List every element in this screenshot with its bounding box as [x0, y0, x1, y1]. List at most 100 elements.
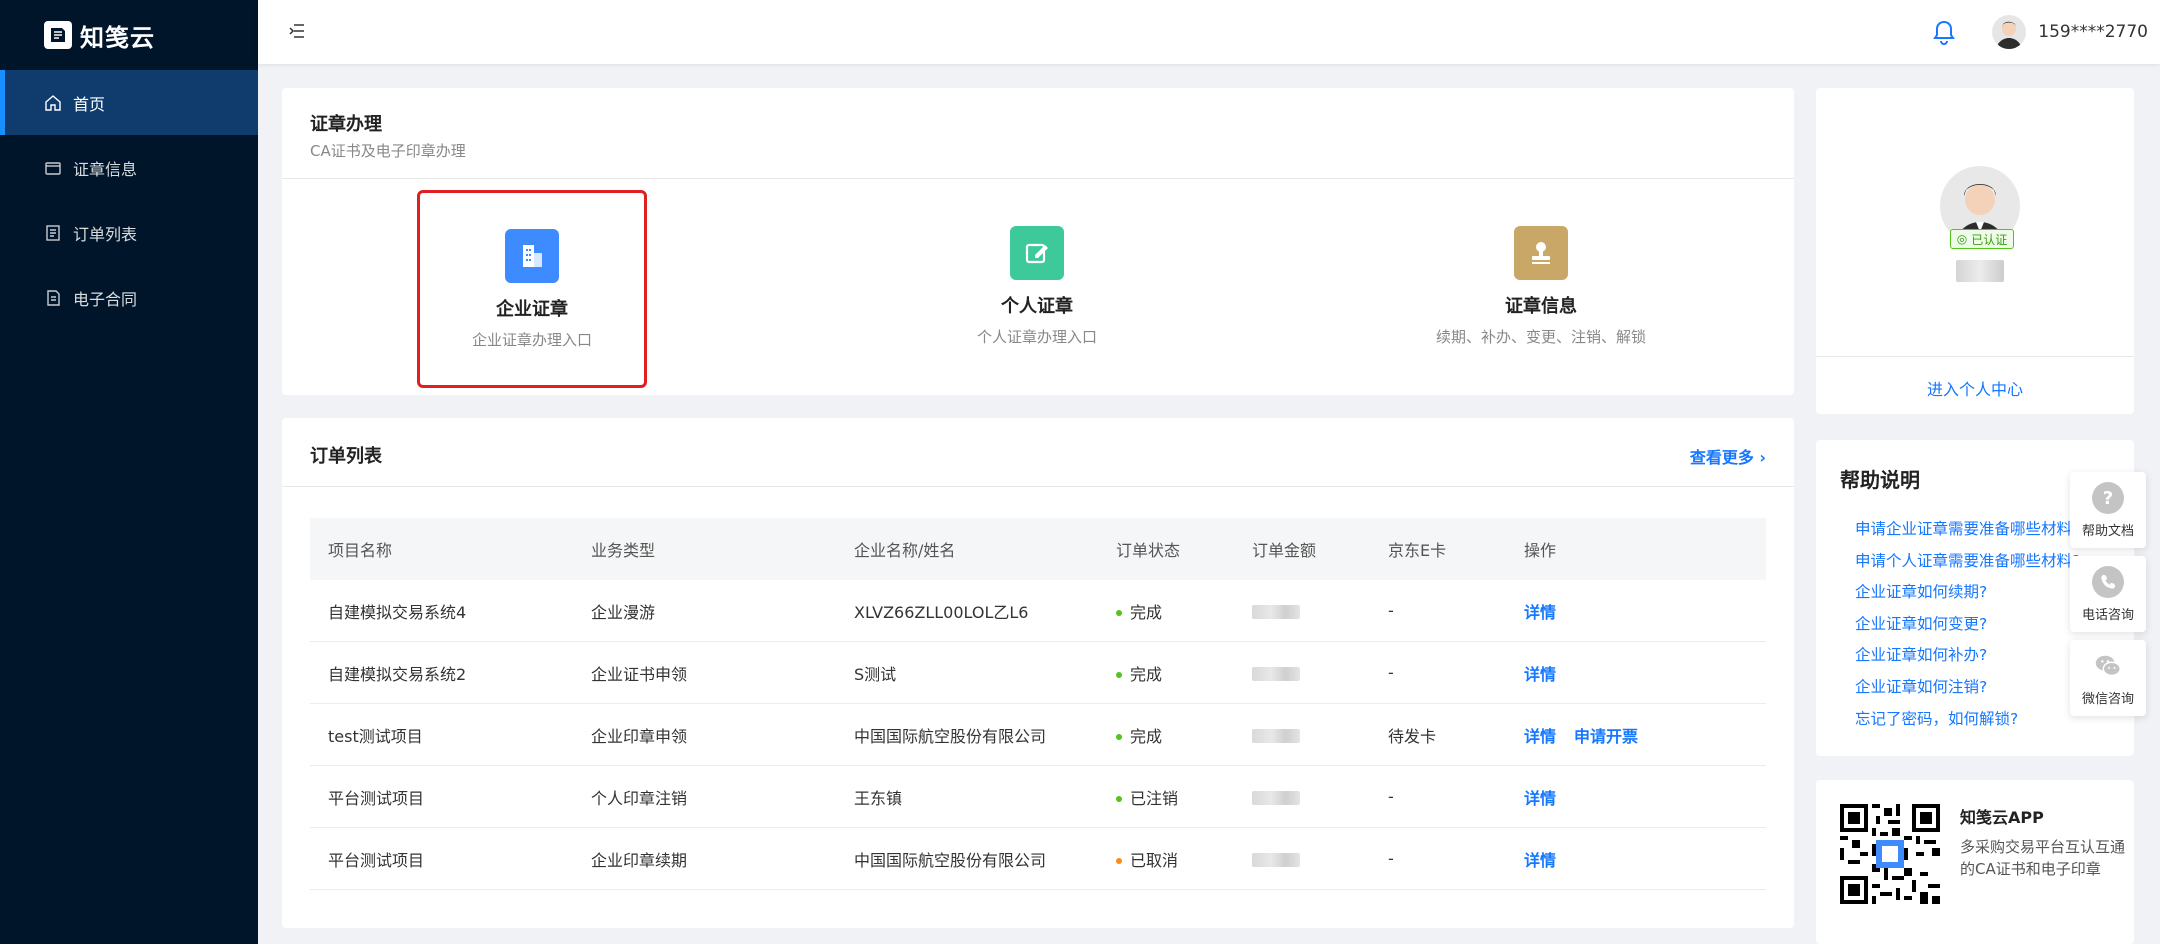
cell-status: 已注销	[1098, 785, 1234, 809]
sidebar-item-label: 证章信息	[73, 159, 138, 179]
profile-card: ◎ 已认证 进入个人中心	[1816, 88, 2134, 414]
personal-cert-option[interactable]: 个人证章 个人证章办理入口	[922, 190, 1152, 388]
row-action-link[interactable]: 详情	[1524, 789, 1556, 808]
help-link[interactable]: 企业证章如何注销?	[1855, 672, 2080, 704]
row-action-link[interactable]: 详情	[1524, 851, 1556, 870]
card-icon	[44, 159, 62, 177]
menu-fold-icon[interactable]	[288, 22, 306, 40]
orders-table: 项目名称 业务类型 企业名称/姓名 订单状态 订单金额 京东E卡 操作 自建模拟…	[310, 518, 1766, 890]
table-row: 自建模拟交易系统2 企业证书申领 S测试 完成 - 详情	[310, 642, 1766, 704]
status-dot	[1116, 672, 1122, 678]
row-action-link[interactable]: 详情	[1524, 665, 1556, 684]
column-header: 业务类型	[591, 541, 656, 560]
user-avatar[interactable]	[1992, 15, 2027, 49]
personal-center-link[interactable]: 进入个人中心	[1816, 376, 2134, 400]
cell-actions: 详情	[1506, 661, 1766, 685]
user-name-masked	[1956, 260, 2004, 282]
cell-type: 企业印章申领	[591, 726, 688, 746]
sidebar-item-cert-info[interactable]: 证章信息	[0, 135, 258, 200]
column-header: 订单金额	[1252, 541, 1317, 560]
cell-type: 个人印章注销	[591, 788, 688, 808]
sidebar-item-orders[interactable]: 订单列表	[0, 200, 258, 265]
cert-info-option[interactable]: 证章信息 续期、补办、变更、注销、解锁	[1426, 190, 1656, 388]
cell-name: XLVZ66ZLL00LOL乙L6	[854, 602, 1029, 622]
view-more-link[interactable]: 查看更多 ›	[1690, 444, 1766, 468]
help-link[interactable]: 企业证章如何变更?	[1855, 609, 2080, 641]
building-icon	[505, 229, 559, 283]
amount-masked	[1252, 728, 1300, 743]
help-list: 申请企业证章需要准备哪些材料? 申请个人证章需要准备哪些材料? 企业证章如何续期…	[1855, 514, 2080, 735]
column-header: 操作	[1524, 541, 1557, 560]
table-row: 自建模拟交易系统4 企业漫游 XLVZ66ZLL00LOL乙L6 完成 - 详情	[310, 580, 1766, 642]
cert-card: 证章办理 CA证书及电子印章办理 企业证章 企业证章办理入口 个人证章 个人证章…	[282, 88, 1794, 395]
phone-icon	[2092, 566, 2124, 598]
home-icon	[44, 94, 62, 112]
cell-project: 平台测试项目	[328, 850, 425, 870]
help-link[interactable]: 企业证章如何续期?	[1855, 577, 2080, 609]
cell-project: test测试项目	[328, 726, 423, 746]
bell-icon[interactable]	[1932, 19, 1956, 45]
user-phone[interactable]: 159****2770	[2038, 22, 2148, 42]
float-wechat-button[interactable]: 微信咨询	[2070, 640, 2146, 716]
help-link[interactable]: 忘记了密码，如何解锁?	[1855, 704, 2080, 736]
status-dot	[1116, 610, 1122, 616]
wechat-icon	[2092, 650, 2124, 682]
cell-project: 自建模拟交易系统4	[328, 602, 467, 622]
row-action-link[interactable]: 申请开票	[1574, 727, 1638, 746]
status-text: 已取消	[1130, 850, 1179, 870]
cell-amount	[1234, 725, 1370, 744]
orders-card: 订单列表 查看更多 › 项目名称 业务类型 企业名称/姓名 订单状态 订单金额 …	[282, 418, 1794, 928]
cert-card-title: 证章办理	[310, 114, 382, 135]
cell-amount	[1234, 849, 1370, 868]
cell-project: 自建模拟交易系统2	[328, 664, 467, 684]
sidebar-item-contracts[interactable]: 电子合同	[0, 265, 258, 330]
status-dot	[1116, 796, 1122, 802]
contract-icon	[44, 289, 62, 307]
enterprise-cert-option[interactable]: 企业证章 企业证章办理入口	[417, 190, 647, 388]
cell-ecard: -	[1388, 663, 1394, 682]
status-text: 完成	[1130, 726, 1163, 746]
cert-card-subtitle: CA证书及电子印章办理	[310, 142, 466, 160]
float-help-doc-button[interactable]: ? 帮助文档	[2070, 472, 2146, 548]
app-name: 知笺云APP	[1960, 808, 2044, 827]
cell-type: 企业漫游	[591, 602, 656, 622]
cell-ecard: 待发卡	[1388, 726, 1437, 746]
cert-option-name: 个人证章	[1001, 296, 1073, 317]
divider	[1816, 356, 2134, 357]
cert-option-desc: 企业证章办理入口	[471, 331, 592, 349]
cell-status: 已取消	[1098, 847, 1234, 871]
help-link[interactable]: 申请个人证章需要准备哪些材料?	[1855, 546, 2080, 578]
cell-actions: 详情	[1506, 847, 1766, 871]
cert-option-name: 证章信息	[1505, 296, 1577, 317]
help-link[interactable]: 申请企业证章需要准备哪些材料?	[1855, 514, 2080, 546]
help-link[interactable]: 企业证章如何补办?	[1855, 640, 2080, 672]
column-header: 京东E卡	[1388, 541, 1447, 560]
cell-name: 中国国际航空股份有限公司	[854, 726, 1047, 746]
float-label: 电话咨询	[2081, 608, 2134, 623]
cell-actions: 详情 申请开票	[1506, 723, 1766, 747]
app-desc: 多采购交易平台互认互通的CA证书和电子印章	[1960, 838, 2126, 878]
chevron-right-icon: ›	[1759, 448, 1766, 467]
cell-ecard: -	[1388, 601, 1394, 620]
sidebar-item-home[interactable]: 首页	[0, 70, 258, 135]
view-more-label: 查看更多	[1689, 448, 1754, 467]
stamp-icon	[1514, 226, 1568, 280]
check-circle-icon: ◎	[1956, 232, 1968, 246]
status-text: 完成	[1130, 602, 1163, 622]
column-header: 企业名称/姓名	[854, 541, 956, 560]
sidebar-item-label: 订单列表	[73, 224, 138, 244]
qr-code-icon	[1840, 804, 1940, 904]
cell-name: S测试	[854, 664, 897, 684]
row-action-link[interactable]: 详情	[1524, 603, 1556, 622]
float-label: 微信咨询	[2081, 692, 2134, 707]
divider	[282, 178, 1794, 179]
row-action-link[interactable]: 详情	[1524, 727, 1556, 746]
logo[interactable]: 知笺云	[0, 0, 258, 70]
cell-type: 企业证书申领	[591, 664, 688, 684]
list-icon	[44, 224, 62, 242]
cell-amount	[1234, 663, 1370, 682]
amount-masked	[1252, 852, 1300, 867]
float-phone-button[interactable]: 电话咨询	[2070, 556, 2146, 632]
amount-masked	[1252, 604, 1300, 619]
cell-name: 中国国际航空股份有限公司	[854, 850, 1047, 870]
